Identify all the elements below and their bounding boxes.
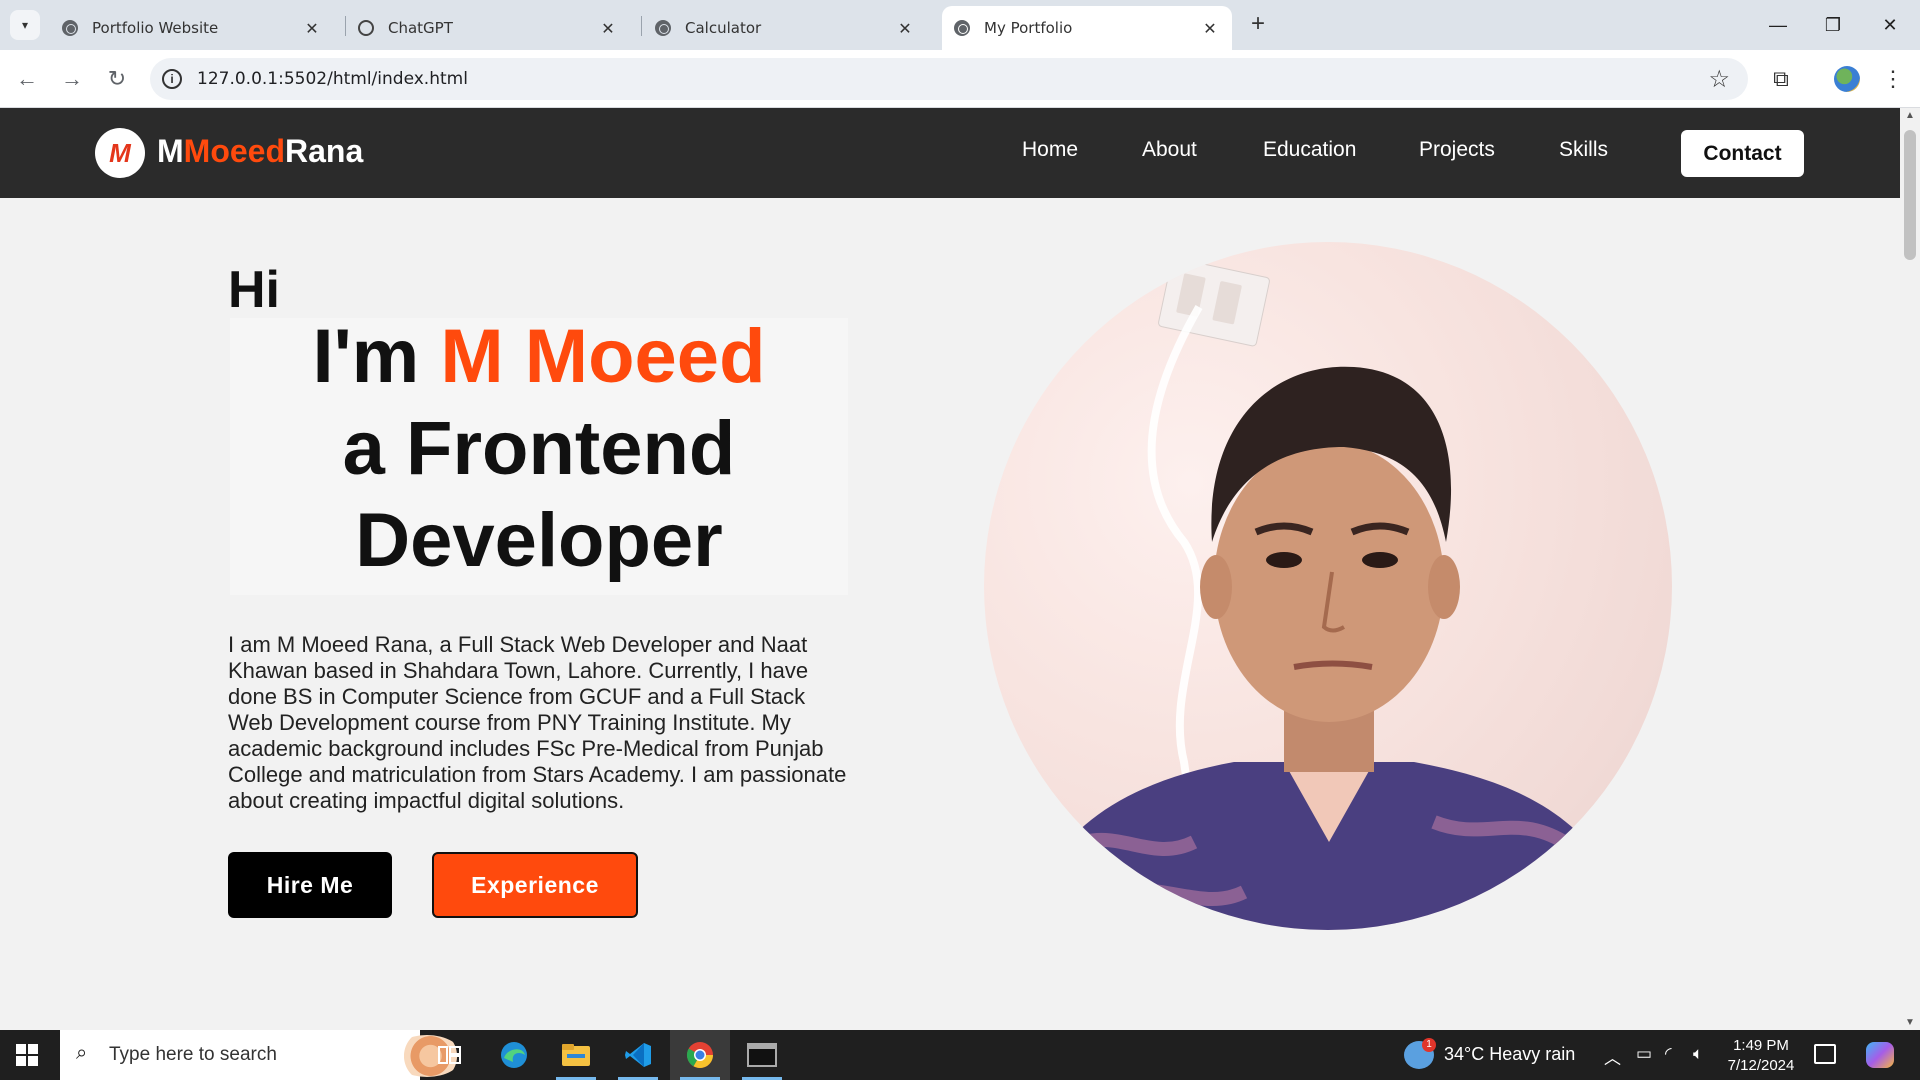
tab-title: ChatGPT (388, 19, 453, 37)
scroll-down-icon[interactable]: ▼ (1900, 1017, 1920, 1028)
close-icon[interactable]: ✕ (598, 19, 618, 38)
new-tab-button[interactable]: + (1243, 10, 1273, 40)
tab-strip: ▾ Portfolio Website ✕ ChatGPT ✕ Calculat… (0, 0, 1920, 50)
search-placeholder: Type here to search (109, 1044, 277, 1065)
edge-browser-icon[interactable] (484, 1030, 544, 1080)
close-icon[interactable]: ✕ (302, 19, 322, 38)
wifi-icon[interactable]: ◜ (1665, 1044, 1672, 1064)
battery-icon[interactable]: ▭ (1636, 1044, 1652, 1064)
taskbar-search-box[interactable]: ⌕ Type here to search (60, 1030, 462, 1080)
bookmark-star-icon[interactable]: ☆ (1708, 65, 1730, 94)
headline-line-3: Developer (355, 498, 723, 583)
scroll-up-icon[interactable]: ▲ (1900, 110, 1920, 121)
nav-home[interactable]: Home (1022, 138, 1078, 162)
logo-icon[interactable]: M (95, 128, 145, 178)
tab-title: Calculator (685, 19, 762, 37)
back-arrow-icon[interactable]: ← (10, 62, 44, 96)
globe-icon (655, 20, 671, 36)
weather-alert-badge: 1 (1422, 1038, 1436, 1052)
nav-about[interactable]: About (1142, 138, 1197, 162)
brand-part-2: Moeed (183, 133, 285, 169)
tab-my-portfolio[interactable]: My Portfolio ✕ (942, 6, 1232, 50)
forward-arrow-icon[interactable]: → (55, 62, 89, 96)
logo-letter: M (109, 137, 131, 168)
page-scrollbar[interactable]: ▲ ▼ (1900, 108, 1920, 1030)
page-viewport: M MMoeedRana Home About Education Projec… (0, 108, 1900, 1030)
close-icon[interactable]: ✕ (895, 19, 915, 38)
tab-chatgpt[interactable]: ChatGPT ✕ (346, 6, 630, 50)
site-info-icon[interactable]: i (162, 69, 182, 89)
headline-prefix: I'm (312, 314, 441, 399)
tab-portfolio-website[interactable]: Portfolio Website ✕ (50, 6, 334, 50)
close-icon[interactable]: ✕ (1200, 19, 1220, 38)
windows-start-icon[interactable] (16, 1044, 38, 1066)
tab-title: Portfolio Website (92, 19, 219, 37)
bio-paragraph: I am M Moeed Rana, a Full Stack Web Deve… (228, 632, 847, 813)
restore-icon[interactable]: ❐ (1813, 8, 1853, 42)
contact-button[interactable]: Contact (1681, 130, 1804, 177)
minimize-icon[interactable]: — (1758, 8, 1798, 42)
brand-name[interactable]: MMoeedRana (157, 133, 363, 170)
search-icon: ⌕ (76, 1042, 88, 1064)
terminal-icon[interactable] (732, 1030, 792, 1080)
brand-part-1: M (157, 133, 184, 169)
tab-divider (641, 16, 642, 36)
nav-skills[interactable]: Skills (1559, 138, 1608, 162)
vscode-icon[interactable] (608, 1030, 668, 1080)
copilot-icon[interactable] (1866, 1042, 1894, 1068)
taskbar: ⌕ Type here to search 1 34°C Heavy rain … (0, 1030, 1920, 1080)
hire-me-button[interactable]: Hire Me (228, 852, 392, 918)
clock-date: 7/12/2024 (1727, 1057, 1795, 1074)
weather-text[interactable]: 34°C Heavy rain (1444, 1044, 1575, 1065)
headline-line-2: a Frontend (342, 406, 736, 491)
scrollbar-thumb[interactable] (1904, 130, 1916, 260)
extensions-icon[interactable]: ⧉ (1766, 64, 1796, 94)
url-text[interactable]: 127.0.0.1:5502/html/index.html (197, 69, 468, 89)
headline-line-1: I'm M Moeed (230, 311, 848, 403)
chatgpt-icon (358, 20, 374, 36)
tab-calculator[interactable]: Calculator ✕ (643, 6, 927, 50)
nav-education[interactable]: Education (1263, 138, 1356, 162)
browser-toolbar: ← → ↻ i 127.0.0.1:5502/html/index.html ☆… (0, 50, 1920, 108)
more-menu-icon[interactable]: ⋮ (1878, 64, 1908, 94)
close-window-icon[interactable]: ✕ (1870, 8, 1910, 42)
tab-search-button[interactable]: ▾ (10, 10, 40, 40)
chevron-up-icon[interactable]: ︿ (1604, 1044, 1621, 1069)
headline-name: M Moeed (440, 314, 766, 399)
nav-projects[interactable]: Projects (1419, 138, 1495, 162)
headline: I'm M Moeed a Frontend Developer (230, 314, 848, 595)
notification-icon[interactable] (1814, 1044, 1836, 1064)
profile-avatar-icon[interactable] (1834, 66, 1860, 92)
chrome-icon[interactable] (670, 1030, 730, 1080)
profile-photo-illustration (1024, 257, 1634, 930)
clock-time: 1:49 PM (1733, 1037, 1789, 1054)
globe-icon (62, 20, 78, 36)
address-bar[interactable]: i 127.0.0.1:5502/html/index.html ☆ (150, 58, 1748, 100)
file-explorer-icon[interactable] (546, 1030, 606, 1080)
brand-part-3: Rana (285, 133, 364, 169)
globe-icon (954, 20, 970, 36)
task-view-icon[interactable] (420, 1030, 480, 1080)
reload-icon[interactable]: ↻ (100, 62, 134, 96)
tab-title: My Portfolio (984, 19, 1073, 37)
experience-button[interactable]: Experience (432, 852, 638, 918)
site-navbar: M MMoeedRana Home About Education Projec… (0, 108, 1900, 198)
system-clock[interactable]: 1:49 PM 7/12/2024 (1726, 1036, 1796, 1076)
volume-icon[interactable]: 🔈︎ (1693, 1044, 1703, 1064)
profile-photo (984, 242, 1672, 930)
